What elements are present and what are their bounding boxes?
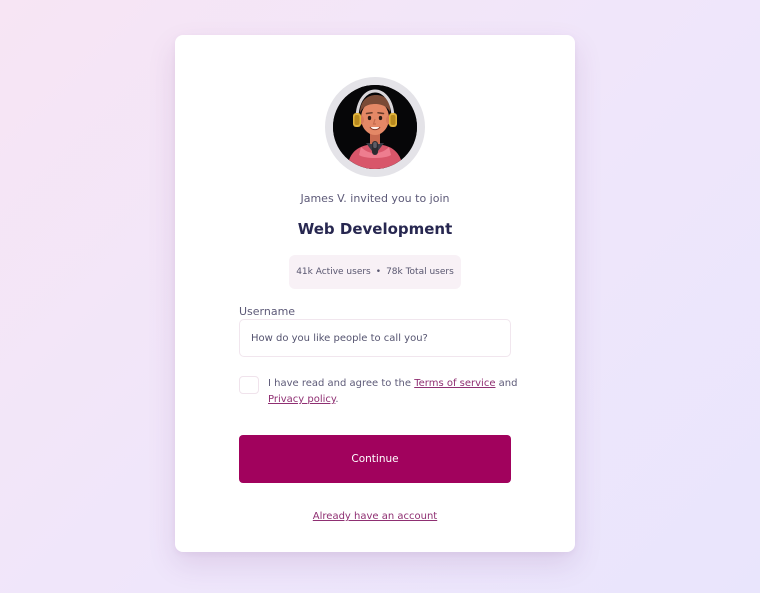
person-with-headphones-avatar-icon [333,85,417,169]
account-link-row: Already have an account [175,511,575,522]
agree-prefix-text: I have read and agree to the [268,378,415,389]
privacy-policy-link[interactable]: Privacy policy [268,394,335,405]
avatar-image [333,85,417,169]
active-users-count: 41k Active users [296,267,371,277]
invite-card: James V. invited you to join Web Develop… [175,35,575,552]
continue-button[interactable]: Continue [239,435,511,483]
stats-separator: • [375,267,382,277]
already-have-account-link[interactable]: Already have an account [313,511,437,522]
agree-checkbox[interactable] [239,376,259,394]
agree-suffix-text: . [335,394,339,405]
total-users-count: 78k Total users [386,267,454,277]
invite-message: James V. invited you to join [300,192,450,205]
inviter-avatar [325,77,425,177]
username-label: Username [239,305,296,318]
agree-conjunction-text: and [495,378,518,389]
terms-agreement-text: I have read and agree to the Terms of se… [268,376,518,408]
username-input[interactable] [239,319,511,357]
community-title: Web Development [297,220,453,238]
user-stats-badge: 41k Active users • 78k Total users [289,255,461,289]
terms-of-service-link[interactable]: Terms of service [414,378,495,389]
